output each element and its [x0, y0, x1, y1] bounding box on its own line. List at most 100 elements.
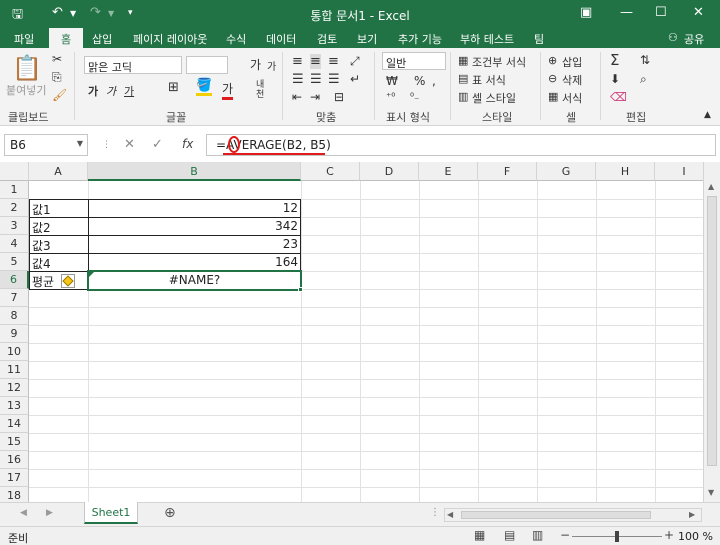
row-header[interactable]: 8	[0, 307, 29, 325]
row-header[interactable]: 10	[0, 343, 29, 361]
fill-color-icon[interactable]: 🪣	[196, 78, 213, 96]
accounting-icon[interactable]: ₩	[386, 74, 398, 88]
row-header[interactable]: 18	[0, 487, 29, 502]
tab-addins[interactable]: 추가 기능	[398, 31, 442, 47]
paste-button[interactable]: 붙여넣기	[6, 82, 46, 98]
zoom-level[interactable]: 100 %	[678, 530, 713, 543]
next-sheet-icon[interactable]: ▶	[46, 508, 53, 518]
phonetic-button[interactable]: 내천	[256, 80, 270, 100]
bold-button[interactable]: 가	[88, 83, 98, 99]
scroll-down-icon[interactable]: ▼	[708, 488, 714, 497]
zoom-out-icon[interactable]: −	[560, 528, 570, 542]
add-sheet-icon[interactable]: ⊕	[164, 505, 176, 521]
formula-input[interactable]: =AVERAGE(B2, B5)	[206, 134, 716, 156]
align-top-icon[interactable]: ≡	[292, 54, 303, 69]
row-header[interactable]: 1	[0, 181, 29, 199]
page-layout-view-icon[interactable]: ▤	[504, 528, 515, 542]
align-middle-icon[interactable]: ≡	[310, 54, 321, 69]
zoom-slider-handle[interactable]	[615, 531, 619, 542]
select-all-corner[interactable]	[0, 162, 29, 181]
column-header-e[interactable]: E	[419, 162, 478, 181]
column-header-f[interactable]: F	[478, 162, 537, 181]
increase-decimal-icon[interactable]: ⁺⁰	[386, 92, 395, 103]
format-table-icon[interactable]: ▤	[458, 72, 468, 85]
cell-styles-icon[interactable]: ▥	[458, 90, 468, 103]
horizontal-scrollbar[interactable]: ◀ ▶	[444, 508, 702, 522]
column-header-g[interactable]: G	[537, 162, 596, 181]
name-box[interactable]: B6 ▼	[4, 134, 88, 156]
insert-cells-button[interactable]: 삽입	[562, 54, 582, 70]
tab-insert[interactable]: 삽입	[92, 31, 112, 47]
decrease-decimal-icon[interactable]: ⁰₋	[410, 92, 419, 103]
decrease-indent-icon[interactable]: ⇤	[292, 90, 302, 104]
minimize-icon[interactable]: —	[620, 5, 633, 20]
row-header[interactable]: 9	[0, 325, 29, 343]
merge-center-icon[interactable]: ⊟	[334, 90, 344, 104]
tab-review[interactable]: 검토	[317, 31, 337, 47]
autosum-icon[interactable]: Σ	[610, 51, 619, 69]
number-format-select[interactable]: 일반	[382, 52, 446, 70]
zoom-in-icon[interactable]: +	[664, 528, 674, 542]
align-center-icon[interactable]: ☰	[310, 72, 322, 87]
tab-formulas[interactable]: 수식	[226, 31, 246, 47]
row-header[interactable]: 3	[0, 217, 29, 235]
tab-data[interactable]: 데이터	[266, 31, 296, 47]
delete-cells-button[interactable]: 삭제	[562, 72, 582, 88]
vertical-scrollbar[interactable]: ▲ ▼	[703, 162, 720, 502]
row-header[interactable]: 4	[0, 235, 29, 253]
tab-page-layout[interactable]: 페이지 레이아웃	[133, 31, 207, 47]
percent-icon[interactable]: %	[414, 74, 425, 88]
row-header[interactable]: 14	[0, 415, 29, 433]
tab-team[interactable]: 팀	[534, 31, 544, 47]
tab-home[interactable]: 홈	[49, 28, 83, 48]
cut-icon[interactable]: ✂	[52, 52, 62, 66]
underline-button[interactable]: 가	[124, 83, 134, 99]
font-grow-button[interactable]: 가	[250, 56, 261, 73]
column-header-d[interactable]: D	[360, 162, 419, 181]
cell-a3[interactable]: 값2	[29, 218, 88, 236]
increase-indent-icon[interactable]: ⇥	[310, 90, 320, 104]
cell-b3[interactable]: 342	[88, 218, 301, 236]
row-header[interactable]: 15	[0, 433, 29, 451]
error-check-button[interactable]	[61, 274, 75, 288]
normal-view-icon[interactable]: ▦	[474, 528, 485, 542]
row-header[interactable]: 11	[0, 361, 29, 379]
share-button[interactable]: 공유	[684, 31, 704, 47]
column-header-b[interactable]: B	[88, 162, 301, 181]
scroll-right-icon[interactable]: ▶	[689, 510, 695, 519]
scroll-up-icon[interactable]: ▲	[708, 182, 714, 191]
wrap-text-icon[interactable]: ↵	[350, 72, 360, 86]
row-header[interactable]: 16	[0, 451, 29, 469]
align-bottom-icon[interactable]: ≡	[328, 54, 339, 69]
row-header[interactable]: 12	[0, 379, 29, 397]
format-painter-icon[interactable]: 🖌	[52, 88, 67, 102]
font-color-button[interactable]: 가	[222, 80, 234, 100]
paste-icon[interactable]: 📋	[12, 54, 42, 82]
sheet-tab-sheet1[interactable]: Sheet1	[84, 502, 138, 524]
tab-view[interactable]: 보기	[357, 31, 377, 47]
delete-cells-icon[interactable]: ⊖	[548, 72, 557, 85]
row-header[interactable]: 2	[0, 199, 29, 217]
share-icon[interactable]: ⚇	[668, 31, 678, 44]
conditional-format-button[interactable]: 조건부 서식	[472, 54, 526, 70]
find-select-icon[interactable]: ⌕	[640, 72, 647, 87]
font-shrink-button[interactable]: 가	[267, 58, 276, 73]
cell-a6[interactable]: 평균	[29, 272, 88, 290]
conditional-format-icon[interactable]: ▦	[458, 54, 468, 67]
align-right-icon[interactable]: ☰	[328, 72, 340, 87]
page-break-view-icon[interactable]: ▥	[532, 528, 543, 542]
cancel-button[interactable]: ✕	[124, 137, 135, 152]
column-header-a[interactable]: A	[29, 162, 88, 181]
tab-file[interactable]: 파일	[14, 31, 34, 47]
column-header-h[interactable]: H	[596, 162, 655, 181]
hscroll-thumb[interactable]	[461, 511, 651, 519]
cell-b2[interactable]: 12	[88, 200, 301, 218]
cell-a4[interactable]: 값3	[29, 236, 88, 254]
format-cells-button[interactable]: 서식	[562, 90, 582, 106]
insert-function-button[interactable]: fx	[182, 137, 193, 151]
comma-icon[interactable]: ,	[432, 74, 436, 88]
sort-filter-icon[interactable]: ⇅	[640, 53, 650, 67]
cell-b4[interactable]: 23	[88, 236, 301, 254]
font-name-select[interactable]: 맑은 고딕	[84, 56, 182, 74]
scroll-thumb[interactable]	[707, 196, 717, 466]
